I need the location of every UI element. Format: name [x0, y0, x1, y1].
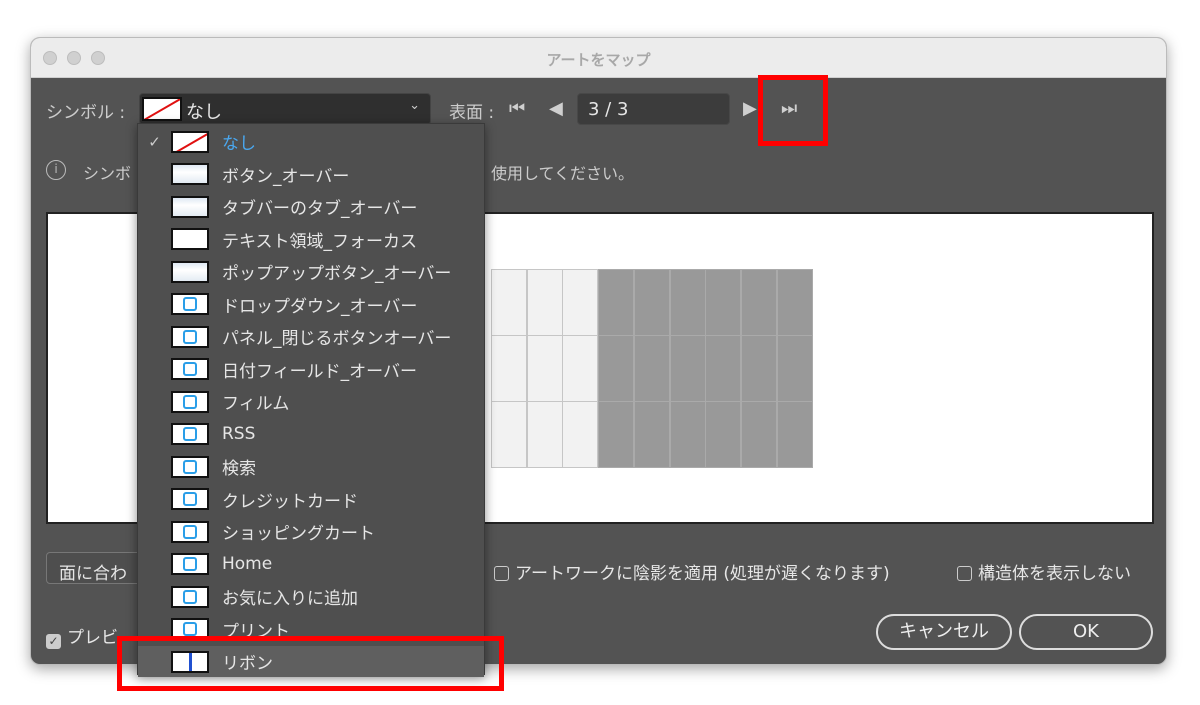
- grid-cell: [491, 335, 527, 402]
- menu-item[interactable]: 日付フィールド_オーバー: [138, 354, 484, 385]
- tab-icon: [171, 195, 209, 218]
- window-title: アートをマップ: [546, 51, 651, 69]
- grid-cell: [491, 269, 527, 336]
- grid-cell: [776, 269, 813, 336]
- favorite-icon: [171, 585, 209, 608]
- text-area-icon: [171, 228, 209, 250]
- info-text-left: シンボ: [83, 164, 132, 183]
- grid-cell: [633, 335, 670, 402]
- shade-artwork-checkbox[interactable]: アートワークに陰影を適用 (処理が遅くなります): [494, 559, 890, 584]
- cancel-button[interactable]: キャンセル: [876, 614, 1012, 650]
- menu-item-label: ポップアップボタン_オーバー: [222, 264, 452, 284]
- ok-button[interactable]: OK: [1019, 614, 1153, 650]
- grid-cell: [776, 335, 813, 402]
- preview-label: プレビ: [67, 628, 118, 648]
- menu-item[interactable]: パネル_閉じるボタンオーバー: [138, 321, 484, 352]
- preview-checkbox[interactable]: ✓ プレビ: [46, 623, 118, 649]
- menu-item[interactable]: タブバーのタブ_オーバー: [138, 191, 484, 222]
- page-field[interactable]: 3 / 3: [577, 93, 730, 125]
- menu-item-label: テキスト領域_フォーカス: [222, 231, 417, 252]
- menu-item[interactable]: クレジットカード: [138, 484, 484, 515]
- first-page-icon[interactable]: ⏮: [509, 98, 525, 119]
- popup-icon: [171, 260, 209, 283]
- menu-item-label: ドロップダウン_オーバー: [222, 296, 418, 317]
- search-icon: [171, 455, 209, 478]
- menu-item-label: フィルム: [222, 394, 290, 414]
- grid-cell: [705, 269, 742, 336]
- menu-item[interactable]: 検索: [138, 451, 484, 482]
- menu-item-label: なし: [222, 134, 256, 154]
- calendar-icon: [171, 358, 209, 380]
- none-icon: [142, 97, 182, 121]
- none-icon: [171, 130, 209, 153]
- next-page-icon[interactable]: ▶: [743, 98, 757, 119]
- shade-artwork-label: アートワークに陰影を適用 (処理が遅くなります): [515, 564, 890, 584]
- cart-icon: [171, 520, 209, 543]
- menu-item[interactable]: ショッピングカート: [138, 516, 484, 547]
- film-icon: [171, 390, 209, 413]
- symbol-select[interactable]: なし ⌄: [139, 93, 431, 125]
- chevron-down-icon: ⌄: [409, 98, 420, 113]
- hide-geometry-label: 構造体を表示しない: [978, 564, 1131, 584]
- grid-cell: [598, 335, 635, 402]
- surface-label: 表面 :: [449, 103, 495, 123]
- grid-cell: [776, 401, 813, 468]
- hide-geometry-checkbox[interactable]: 構造体を表示しない: [957, 559, 1131, 584]
- menu-item-label: Home: [222, 554, 273, 574]
- grid-cell: [562, 335, 599, 402]
- dropdown-icon: [171, 293, 209, 315]
- grid-cell: [491, 401, 527, 468]
- highlight-box-last-page: [758, 75, 828, 146]
- grid-cell: [669, 401, 706, 468]
- grid-cell: [526, 335, 563, 402]
- menu-item-label: タブバーのタブ_オーバー: [222, 199, 418, 219]
- info-text-right: 使用してください。: [491, 164, 635, 183]
- symbol-dropdown-menu: ✓ なしボタン_オーバータブバーのタブ_オーバー テキスト領域_フォーカスポップアッ…: [137, 123, 485, 677]
- grid-cell: [740, 401, 777, 468]
- symbol-label: シンボル :: [46, 103, 126, 123]
- grid-cell: [562, 401, 599, 468]
- menu-item-label: クレジットカード: [222, 491, 358, 512]
- grid-cell: [598, 401, 635, 468]
- grid-cell: [633, 401, 670, 468]
- grid-cell: [633, 269, 670, 336]
- credit-card-icon: [171, 488, 209, 510]
- menu-item-label: ボタン_オーバー: [222, 166, 350, 187]
- close-icon: [171, 325, 209, 348]
- menu-item[interactable]: ドロップダウン_オーバー: [138, 289, 484, 320]
- grid-cell: [705, 335, 742, 402]
- rss-icon: [171, 423, 209, 445]
- menu-item-label: ショッピングカート: [222, 524, 375, 544]
- checkmark-icon: ✓: [148, 132, 161, 151]
- menu-item[interactable]: ボタン_オーバー: [138, 159, 484, 190]
- symbol-selected-value: なし: [186, 102, 222, 123]
- info-icon: i: [46, 160, 66, 180]
- menu-item[interactable]: ポップアップボタン_オーバー: [138, 256, 484, 287]
- menu-item[interactable]: お気に入りに追加: [138, 581, 484, 612]
- grid-cell: [526, 401, 563, 468]
- grid-cell: [669, 335, 706, 402]
- menu-item-label: お気に入りに追加: [222, 589, 358, 609]
- grid-cell: [526, 269, 563, 336]
- grid-cell: [740, 335, 777, 402]
- highlight-box-ribbon: [117, 636, 504, 691]
- menu-item-label: RSS: [222, 424, 256, 444]
- menu-item[interactable]: フィルム: [138, 386, 484, 417]
- grid-cell: [740, 269, 777, 336]
- title-bar: アートをマップ: [31, 38, 1166, 78]
- menu-item[interactable]: Home: [138, 549, 484, 580]
- menu-item[interactable]: テキスト領域_フォーカス: [138, 224, 484, 255]
- button-icon: [171, 163, 209, 185]
- grid-cell: [598, 269, 635, 336]
- menu-item-label: パネル_閉じるボタンオーバー: [222, 329, 452, 349]
- menu-item[interactable]: ✓ なし: [138, 126, 484, 157]
- menu-item-label: 日付フィールド_オーバー: [222, 361, 417, 382]
- grid-cell: [669, 269, 706, 336]
- menu-item-label: 検索: [222, 459, 256, 479]
- previous-page-icon[interactable]: ◀: [549, 98, 563, 119]
- menu-item[interactable]: RSS: [138, 419, 484, 450]
- grid-cell: [562, 269, 599, 336]
- grid-cell: [705, 401, 742, 468]
- home-icon: [171, 553, 209, 575]
